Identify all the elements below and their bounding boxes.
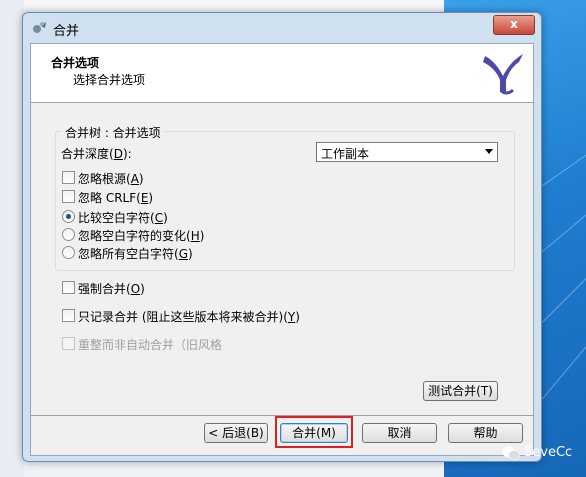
page-subtitle: 选择合并选项 bbox=[73, 73, 146, 87]
watermark: SeveCc bbox=[502, 443, 576, 465]
window-title: 合并 bbox=[53, 24, 80, 39]
dialog-client: 合并选项 选择合并选项 合并树 : 合并选项 合并深度(D): 工作副本 忽略根… bbox=[30, 43, 534, 456]
merge-dialog: 合并 x 合并选项 选择合并选项 合并树 : 合并选项 合并深度(D): 工作副… bbox=[22, 12, 542, 462]
dropdown-arrow-icon bbox=[485, 149, 493, 154]
reintegrate-checkbox[interactable] bbox=[62, 337, 75, 350]
compare-whitespace-radio[interactable] bbox=[62, 210, 75, 223]
ignore-all-whitespace-label: 忽略所有空白字符(G) bbox=[78, 247, 193, 261]
merge-depth-select[interactable]: 工作副本 bbox=[316, 142, 498, 162]
force-merge-label: 强制合并(O) bbox=[78, 282, 145, 296]
group-label: 合并树 : 合并选项 bbox=[62, 124, 164, 141]
compare-whitespace-label: 比较空白字符(C) bbox=[78, 211, 168, 225]
page-title: 合并选项 bbox=[51, 56, 100, 70]
ignore-crlf-checkbox[interactable] bbox=[62, 190, 75, 203]
force-merge-checkbox[interactable] bbox=[62, 281, 75, 294]
reintegrate-label: 重整而非自动合并（旧风格 bbox=[78, 338, 223, 352]
close-button[interactable]: x bbox=[493, 15, 535, 35]
background-left bbox=[0, 0, 24, 477]
background-top bbox=[24, 0, 444, 12]
record-only-label: 只记录合并 (阻止这些版本将来被合并)(Y) bbox=[78, 310, 300, 324]
cancel-button[interactable]: 取消 bbox=[362, 423, 437, 443]
ignore-ancestry-label: 忽略根源(A) bbox=[78, 172, 144, 186]
wechat-icon bbox=[502, 446, 520, 460]
title-bar[interactable]: 合并 x bbox=[23, 13, 541, 43]
back-button[interactable]: < 后退(B) bbox=[204, 423, 268, 443]
ignore-all-whitespace-radio[interactable] bbox=[62, 246, 75, 259]
merge-button-highlight bbox=[275, 416, 353, 448]
merge-depth-value: 工作副本 bbox=[321, 147, 370, 161]
record-only-checkbox[interactable] bbox=[62, 309, 75, 322]
ignore-ancestry-checkbox[interactable] bbox=[62, 171, 75, 184]
close-icon: x bbox=[510, 17, 518, 31]
ignore-whitespace-changes-radio[interactable] bbox=[62, 228, 75, 241]
wizard-header: 合并选项 选择合并选项 bbox=[31, 44, 533, 103]
watermark-text: SeveCc bbox=[524, 445, 573, 460]
svn-logo-icon bbox=[483, 54, 523, 95]
ignore-whitespace-changes-label: 忽略空白字符的变化(H) bbox=[78, 229, 205, 243]
help-button[interactable]: 帮助 bbox=[448, 423, 523, 443]
tortoise-app-icon bbox=[33, 22, 46, 33]
depth-label: 合并深度(D): bbox=[61, 147, 132, 161]
test-merge-button[interactable]: 测试合并(T) bbox=[423, 381, 498, 401]
ignore-crlf-label: 忽略 CRLF(E) bbox=[78, 191, 154, 205]
